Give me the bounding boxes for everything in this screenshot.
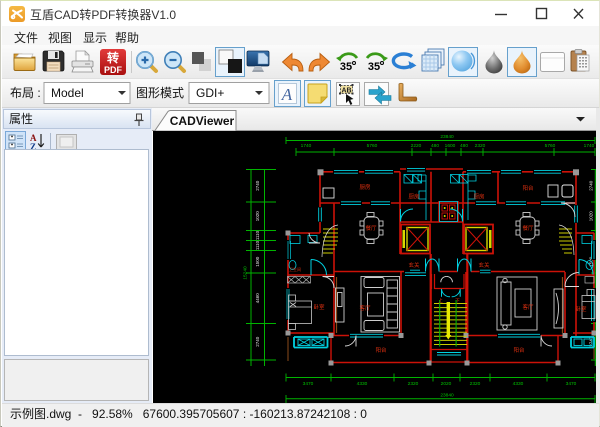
svg-text:卧室: 卧室 xyxy=(313,303,325,311)
svg-text:480: 480 xyxy=(460,143,468,149)
svg-text:35: 35 xyxy=(340,61,352,73)
svg-text:2740: 2740 xyxy=(255,180,260,191)
svg-text:Model: Model xyxy=(51,86,84,100)
svg-text:阳台: 阳台 xyxy=(522,184,534,192)
svg-text:1600: 1600 xyxy=(445,143,456,149)
svg-text:PDF: PDF xyxy=(104,65,123,75)
svg-text:2220: 2220 xyxy=(411,143,422,149)
svg-text:卧室: 卧室 xyxy=(575,305,587,313)
svg-text:2740: 2740 xyxy=(589,180,594,191)
svg-text:上: 上 xyxy=(438,297,443,303)
svg-text:1740: 1740 xyxy=(584,143,595,149)
svg-text:15240: 15240 xyxy=(243,266,249,280)
svg-text:厨房: 厨房 xyxy=(473,193,485,201)
svg-text:1740: 1740 xyxy=(301,143,312,149)
svg-text:餐厅: 餐厅 xyxy=(365,224,377,232)
svg-text:CADViewer: CADViewer xyxy=(170,114,235,128)
svg-text:2320: 2320 xyxy=(408,381,419,387)
svg-text:3470: 3470 xyxy=(303,381,314,387)
svg-text:A: A xyxy=(281,85,293,104)
svg-text:阳台: 阳台 xyxy=(375,346,387,354)
svg-text:客厅: 客厅 xyxy=(359,304,371,312)
svg-text:餐厅: 餐厅 xyxy=(522,224,534,232)
svg-text:1020: 1020 xyxy=(255,211,260,222)
svg-text:1110: 1110 xyxy=(255,230,260,240)
svg-text:厨房: 厨房 xyxy=(408,193,420,201)
svg-text:阳台: 阳台 xyxy=(513,346,525,354)
svg-text:1500: 1500 xyxy=(255,256,260,267)
svg-text:4330: 4330 xyxy=(513,381,524,387)
svg-text:3470: 3470 xyxy=(566,381,577,387)
svg-text:1020: 1020 xyxy=(589,211,594,222)
svg-text:玄关: 玄关 xyxy=(408,261,420,269)
svg-text:AB: AB xyxy=(341,88,351,95)
svg-text:5760: 5760 xyxy=(367,143,378,149)
svg-text:2320: 2320 xyxy=(470,381,481,387)
svg-text:图形模式 :: 图形模式 : xyxy=(136,86,191,100)
svg-text:23840: 23840 xyxy=(440,134,454,140)
svg-text:布局 :: 布局 : xyxy=(10,86,41,100)
svg-text:客厅: 客厅 xyxy=(522,303,534,311)
svg-text:2020: 2020 xyxy=(441,381,452,387)
svg-text:厨房: 厨房 xyxy=(359,183,371,191)
svg-text:4330: 4330 xyxy=(357,381,368,387)
svg-text:玄关: 玄关 xyxy=(478,261,490,269)
svg-text:5760: 5760 xyxy=(545,143,556,149)
svg-text:转: 转 xyxy=(107,50,119,65)
svg-text:GDI+: GDI+ xyxy=(196,86,224,100)
svg-text:2320: 2320 xyxy=(475,143,486,149)
svg-text:卫生间: 卫生间 xyxy=(289,266,301,272)
svg-text:480: 480 xyxy=(431,143,439,149)
svg-text:4460: 4460 xyxy=(255,293,260,304)
svg-text:35: 35 xyxy=(368,61,380,73)
svg-text:23840: 23840 xyxy=(440,393,454,399)
svg-text:1110: 1110 xyxy=(255,240,260,250)
svg-text:2740: 2740 xyxy=(255,336,260,347)
